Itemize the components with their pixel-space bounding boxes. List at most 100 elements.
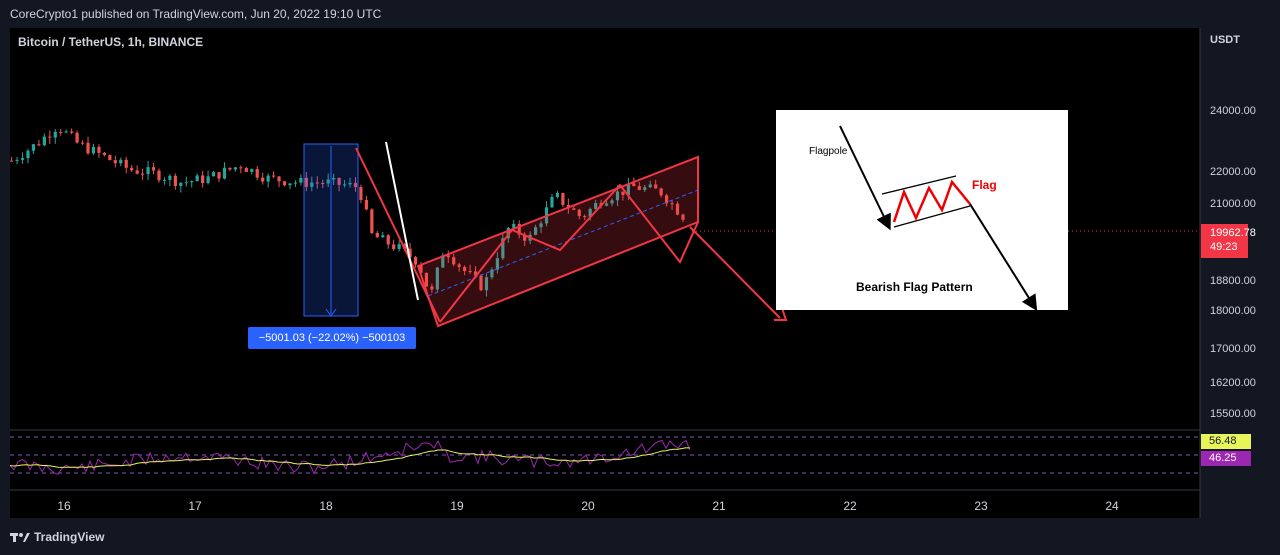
flagpole-label: Flagpole xyxy=(809,146,848,157)
candle-body xyxy=(555,193,560,197)
candle-body xyxy=(217,172,221,179)
candle-body xyxy=(233,167,237,170)
y-tick-label: 21000.00 xyxy=(1210,198,1256,210)
candle-body xyxy=(211,172,216,177)
candle-body xyxy=(184,182,188,184)
candle-body xyxy=(146,167,150,175)
flag-top-line xyxy=(881,175,957,195)
chart-frame xyxy=(0,0,1280,555)
candle-body xyxy=(102,152,106,156)
candle-body xyxy=(113,160,117,164)
candle-body xyxy=(266,175,270,182)
candle-body xyxy=(392,244,396,249)
x-tick-label: 21 xyxy=(712,499,726,513)
candle-body xyxy=(195,175,199,182)
candle-body xyxy=(130,167,134,171)
y-tick-label: 18800.00 xyxy=(1210,275,1256,287)
candle-body xyxy=(190,181,194,183)
publish-caption: CoreCrypto1 published on TradingView.com… xyxy=(10,7,382,21)
candle-body xyxy=(10,160,14,162)
candle-body xyxy=(201,175,205,183)
candle-body xyxy=(37,144,41,146)
candle-body xyxy=(20,158,25,160)
candle-body xyxy=(48,136,52,138)
candle-body xyxy=(288,183,292,186)
candle-body xyxy=(59,131,63,133)
candle-body xyxy=(561,193,565,205)
candle-body xyxy=(381,235,385,238)
candle-body xyxy=(222,167,227,179)
chart-canvas[interactable] xyxy=(0,0,1280,555)
candle-body xyxy=(135,170,139,174)
candle-body xyxy=(141,173,145,175)
candle-body xyxy=(293,182,298,184)
candle-body xyxy=(250,169,254,172)
candle-body xyxy=(86,142,90,154)
candle-body xyxy=(370,209,374,233)
candle-body xyxy=(299,177,303,183)
candle-body xyxy=(261,177,265,182)
y-tick-label: 24000.00 xyxy=(1210,105,1256,117)
countdown-value: 49:23 xyxy=(1210,241,1238,253)
y-tick-label: 17000.00 xyxy=(1210,343,1256,355)
y-tick-label: 16200.00 xyxy=(1210,377,1256,389)
axis-currency[interactable]: USDT xyxy=(1210,34,1240,46)
x-tick-label: 23 xyxy=(974,499,988,513)
measure-label[interactable]: −5001.03 (−22.02%) −500103 xyxy=(248,327,416,349)
candle-body xyxy=(179,182,183,186)
candle-body xyxy=(53,131,57,138)
candle-body xyxy=(550,196,554,208)
y-tick-label: 22000.00 xyxy=(1210,166,1256,178)
symbol-title[interactable]: Bitcoin / TetherUS, 1h, BINANCE xyxy=(18,35,203,49)
last-price-tag: 19962.78 49:23 xyxy=(1201,224,1256,258)
candle-body xyxy=(168,175,172,180)
flag-bottom-line xyxy=(893,205,971,228)
rsi-value-tag: 56.48 xyxy=(1201,434,1251,449)
candle-body xyxy=(364,199,368,210)
candle-body xyxy=(80,142,85,144)
candle-body xyxy=(97,146,101,153)
y-tick-label: 15500.00 xyxy=(1210,408,1256,420)
x-tick-label: 24 xyxy=(1105,499,1119,513)
candle-body xyxy=(244,168,248,172)
candle-body xyxy=(397,244,401,249)
bearish-flag-illustration[interactable]: Flagpole Flag Bearish Flag Pattern xyxy=(776,110,1068,310)
candle-body xyxy=(31,144,36,151)
candle-body xyxy=(162,179,167,181)
x-tick-label: 18 xyxy=(319,499,333,513)
candle-body xyxy=(413,257,418,265)
candle-body xyxy=(157,170,161,181)
candle-body xyxy=(375,232,379,238)
last-price-value: 19962.78 xyxy=(1210,227,1256,239)
candle-body xyxy=(359,187,363,200)
candle-body xyxy=(75,132,79,143)
candle-body xyxy=(64,131,68,133)
y-tick-label: 18000.00 xyxy=(1210,305,1256,317)
rsi-ma-tag: 46.25 xyxy=(1201,451,1251,466)
x-tick-label: 22 xyxy=(843,499,857,513)
tradingview-logo-icon xyxy=(10,533,30,542)
candle-body xyxy=(206,176,210,183)
candle-body xyxy=(277,176,281,182)
x-tick-label: 16 xyxy=(57,499,71,513)
brand-name: TradingView xyxy=(34,530,105,544)
x-tick-label: 20 xyxy=(581,499,595,513)
candle-body xyxy=(26,150,30,159)
x-tick-label: 17 xyxy=(188,499,202,513)
x-tick-label: 19 xyxy=(450,499,464,513)
candle-body xyxy=(124,159,128,168)
candle-body xyxy=(386,235,390,245)
candle-body xyxy=(239,167,243,169)
candle-body xyxy=(15,159,19,161)
candle-body xyxy=(42,136,46,146)
breakdown-arrow xyxy=(969,203,1038,310)
brand-footer[interactable]: TradingView xyxy=(10,530,104,544)
candle-body xyxy=(272,175,276,177)
flagpole-arrow xyxy=(839,125,891,231)
candle-body xyxy=(173,175,177,186)
flag-label: Flag xyxy=(972,178,997,192)
candle-body xyxy=(108,155,112,161)
candle-body xyxy=(255,169,259,178)
candle-body xyxy=(151,167,156,171)
illustration-title: Bearish Flag Pattern xyxy=(856,280,973,294)
